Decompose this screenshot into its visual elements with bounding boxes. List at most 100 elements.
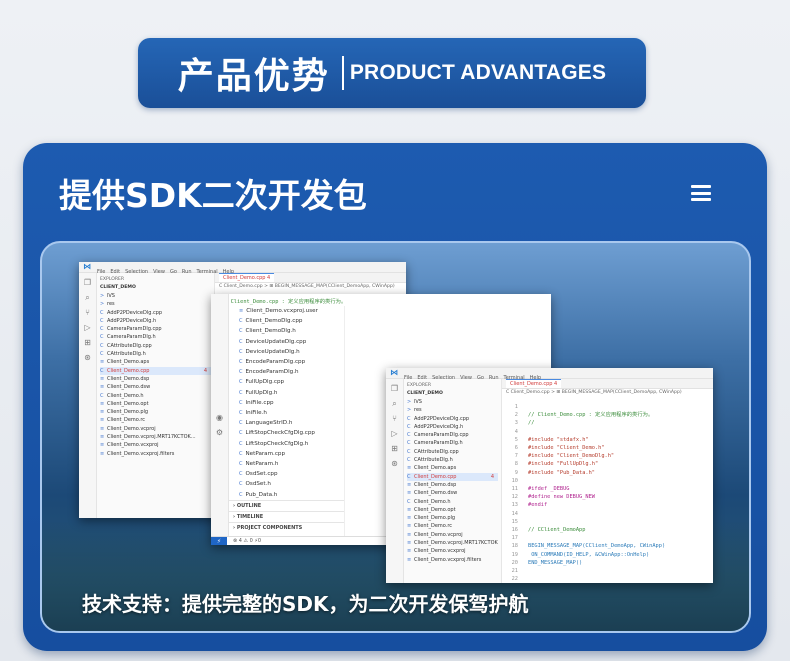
file-name: AddP2PDeviceDlg.cpp — [107, 309, 163, 316]
search-icon[interactable]: ⌕ — [85, 294, 89, 302]
section-project-components[interactable]: › PROJECT COMPONENTS — [229, 522, 344, 533]
file-item[interactable]: C DeviceUpdateDlg.h — [229, 347, 344, 357]
project-folder[interactable]: CLIENT_DEMO — [100, 285, 211, 290]
file-item[interactable]: > lVS — [407, 398, 498, 406]
file-item[interactable]: C CameraParamDlg.h — [407, 439, 498, 447]
code-line: 21 — [504, 567, 713, 575]
file-name: LiftStopCheckCfgDlg.h — [245, 440, 309, 447]
files-icon[interactable]: ❐ — [391, 385, 398, 393]
file-item[interactable]: ≡ Client_Demo.plg — [407, 514, 498, 522]
run-debug-icon[interactable]: ▷ — [84, 324, 90, 332]
file-item[interactable]: C LiftStopCheckCfgDlg.cpp — [229, 428, 344, 438]
search-icon[interactable]: ⌕ — [392, 400, 396, 408]
file-name: Client_Demo.h — [414, 498, 451, 505]
file-item[interactable]: C CAttributeDlg.cpp — [407, 448, 498, 456]
file-item[interactable]: C CAttributeDlg.cpp — [100, 342, 211, 350]
file-item[interactable]: C EncodeParamDlg.h — [229, 367, 344, 377]
file-type-icon: C — [407, 498, 411, 505]
file-item[interactable]: C Client_DemoDlg.cpp — [229, 316, 344, 326]
file-name: res — [107, 301, 115, 308]
file-item[interactable]: C OsdSet.cpp — [229, 469, 344, 479]
file-item[interactable]: > lVS — [100, 292, 211, 300]
file-item[interactable]: ≡ Client_Demo.vcproj.MRT17KCTOK... — [407, 539, 498, 547]
file-item[interactable]: C Client_Demo.cpp 4 — [100, 366, 211, 375]
file-item[interactable]: ≡ Client_Demo.vcxproj.filters — [100, 450, 211, 458]
run-debug-icon[interactable]: ▷ — [391, 430, 397, 438]
breadcrumb[interactable]: C Client_Demo.cpp > ⊞ BEGIN_MESSAGE_MAP(… — [502, 389, 686, 396]
file-item[interactable]: ≡ Client_Demo.rc — [407, 522, 498, 530]
file-item[interactable]: C CameraParamDlg.cpp — [100, 325, 211, 333]
card-title: 提供SDK二次开发包 — [59, 176, 367, 215]
file-item[interactable]: C Pub_Data.h — [229, 490, 344, 500]
file-item[interactable]: ≡ Client_Demo.dsp — [407, 481, 498, 489]
section-label: PROJECT COMPONENTS — [236, 525, 303, 531]
file-item[interactable]: C AddP2PDeviceDlg.h — [100, 317, 211, 325]
file-item[interactable]: C CAttributeDlg.h — [100, 350, 211, 358]
settings-icon[interactable]: ⚙ — [216, 429, 223, 437]
file-item[interactable]: C Client_Demo.h — [407, 498, 498, 506]
file-name: CAttributeDlg.cpp — [414, 448, 459, 455]
source-control-icon[interactable]: ⑂ — [392, 415, 397, 423]
project-folder[interactable]: CLIENT_DEMO — [407, 391, 498, 396]
file-item[interactable]: ≡ Client_Demo.dsw — [100, 383, 211, 391]
file-item[interactable]: C CAttributeDlg.h — [407, 456, 498, 464]
extensions-icon[interactable]: ⊞ — [391, 445, 398, 453]
section-outline[interactable]: › OUTLINE — [229, 500, 344, 511]
tab-client-demo-cpp[interactable]: Client_Demo.cpp 4 — [219, 273, 275, 282]
account-icon[interactable]: ◉ — [216, 414, 223, 422]
file-item[interactable]: ≡ Client_Demo.dsw — [407, 489, 498, 497]
breadcrumb[interactable]: C Client_Demo.cpp > ⊞ BEGIN_MESSAGE_MAP(… — [215, 283, 399, 290]
code-editor[interactable]: 1 2// Client_Demo.cpp : 定义应用程序的类行为。 3//4 5 #… — [502, 399, 713, 583]
file-item[interactable]: C EncodeParamDlg.cpp — [229, 357, 344, 367]
file-item[interactable]: C DeviceUpdateDlg.cpp — [229, 337, 344, 347]
file-item[interactable]: C IniFile.cpp — [229, 398, 344, 408]
file-item[interactable]: ≡ Client_Demo.vcxproj — [100, 441, 211, 449]
file-item[interactable]: ≡ Client_Demo.plg — [100, 408, 211, 416]
line-number: 13 — [511, 502, 518, 509]
file-item[interactable]: C Client_Demo.h — [100, 392, 211, 400]
file-item[interactable]: ≡ Client_Demo.vcxproj — [407, 547, 498, 555]
file-item[interactable]: C AddP2PDeviceDlg.cpp — [100, 309, 211, 317]
status-text[interactable]: ⊗ 4 ⚠ 0 ⚡0 — [233, 538, 261, 544]
file-item[interactable]: ≡ Client_Demo.opt — [100, 400, 211, 408]
code-text: // Client_Demo.cpp : 定义应用程序的类行为。 — [528, 412, 654, 419]
file-item[interactable]: C AddP2PDeviceDlg.h — [407, 423, 498, 431]
tab-client-demo-cpp[interactable]: Client_Demo.cpp 4 — [506, 379, 562, 388]
hamburger-menu-icon[interactable] — [691, 185, 711, 201]
file-item[interactable]: ≡ Client_Demo.opt — [407, 506, 498, 514]
file-item[interactable]: C Client_DemoDlg.h — [229, 326, 344, 336]
file-item[interactable]: C IniFile.h — [229, 408, 344, 418]
file-item[interactable]: C LanguageStrID.h — [229, 418, 344, 428]
file-item[interactable]: ≡ Client_Demo.vcxproj.user — [229, 306, 344, 316]
file-item[interactable]: C NetParam.h — [229, 459, 344, 469]
file-item[interactable]: ≡ Client_Demo.aps — [100, 358, 211, 366]
files-icon[interactable]: ❐ — [84, 279, 91, 287]
remote-icon[interactable]: ⊛ — [84, 354, 91, 362]
extensions-icon[interactable]: ⊞ — [84, 339, 91, 347]
file-item[interactable]: C CameraParamDlg.h — [100, 333, 211, 341]
file-item[interactable]: C Client_Demo.cpp 4 — [407, 472, 498, 481]
code-text: #include "stdafx.h" — [528, 436, 589, 443]
file-item[interactable]: C AddP2PDeviceDlg.cpp — [407, 415, 498, 423]
file-item[interactable]: C OsdSet.h — [229, 479, 344, 489]
file-type-icon: ≡ — [407, 490, 412, 497]
file-item[interactable]: ≡ Client_Demo.vcproj — [100, 425, 211, 433]
file-item[interactable]: ≡ Client_Demo.vcxproj.filters — [407, 556, 498, 564]
file-item[interactable]: > res — [407, 406, 498, 414]
file-item[interactable]: C LiftStopCheckCfgDlg.h — [229, 439, 344, 449]
remote-icon[interactable]: ⊛ — [391, 460, 398, 468]
source-control-icon[interactable]: ⑂ — [85, 309, 90, 317]
file-item[interactable]: C CameraParamDlg.cpp — [407, 431, 498, 439]
file-item[interactable]: ≡ Client_Demo.vcproj — [407, 531, 498, 539]
file-item[interactable]: ≡ Client_Demo.rc — [100, 416, 211, 424]
file-item[interactable]: > res — [100, 300, 211, 308]
file-item[interactable]: ≡ Client_Demo.vcproj.MRT17KCTOK... — [100, 433, 211, 441]
remote-status-icon[interactable]: ⚡ — [211, 537, 227, 545]
file-item[interactable]: C FullUpDlg.h — [229, 388, 344, 398]
code-text: #ifdef _DEBUG — [528, 486, 570, 493]
file-item[interactable]: ≡ Client_Demo.dsp — [100, 375, 211, 383]
file-item[interactable]: ≡ Client_Demo.aps — [407, 464, 498, 472]
section-timeline[interactable]: › TIMELINE — [229, 511, 344, 522]
file-item[interactable]: C FullUpDlg.cpp — [229, 377, 344, 387]
file-item[interactable]: C NetParam.cpp — [229, 449, 344, 459]
